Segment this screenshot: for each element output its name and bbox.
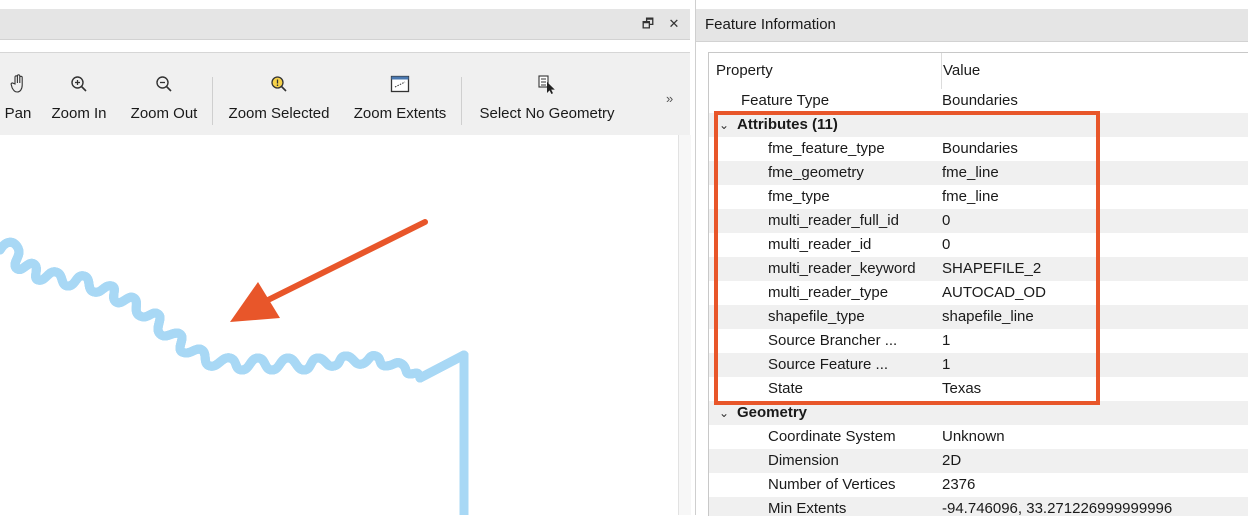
table-row[interactable]: Coordinate System Unknown: [709, 425, 1248, 449]
map-viewer-titlebar: 🗗 ✕: [0, 9, 690, 40]
zoom-out-icon: [124, 73, 204, 95]
toolbar-separator: [461, 77, 462, 125]
zoom-selected-icon: [220, 73, 338, 95]
zoom-in-label: Zoom In: [51, 105, 107, 122]
value-cell: Unknown: [942, 428, 1005, 445]
zoom-in-icon: [44, 73, 114, 95]
table-row[interactable]: Min Extents -94.746096, 33.27122699999999…: [709, 497, 1248, 516]
select-no-geometry-icon: [469, 73, 625, 95]
float-window-icon[interactable]: 🗗: [637, 9, 659, 39]
annotation-highlight-box: [714, 111, 1100, 405]
toolbar-overflow-chevron-icon[interactable]: »: [666, 91, 673, 106]
column-header-value[interactable]: Value: [943, 53, 980, 89]
map-toolbar: Pan Zoom In Zoom Out Zoom Selected Zoom …: [0, 52, 690, 136]
select-no-geometry-button[interactable]: Select No Geometry: [469, 53, 625, 135]
pan-button[interactable]: Pan: [0, 53, 36, 135]
property-cell: Number of Vertices: [768, 476, 896, 493]
zoom-in-button[interactable]: Zoom In: [44, 53, 114, 135]
zoom-out-button[interactable]: Zoom Out: [124, 53, 204, 135]
pan-label: Pan: [4, 105, 32, 122]
boundary-line-graphic: [0, 219, 469, 518]
table-row[interactable]: Dimension 2D: [709, 449, 1248, 473]
toolbar-separator: [212, 77, 213, 125]
zoom-extents-icon: [344, 73, 456, 95]
value-cell: 2D: [942, 452, 962, 469]
column-header-property[interactable]: Property: [716, 53, 773, 89]
property-cell: Min Extents: [768, 500, 847, 516]
property-cell: Feature Type: [741, 92, 830, 109]
hand-icon: [0, 73, 36, 95]
zoom-extents-button[interactable]: Zoom Extents: [344, 53, 456, 135]
zoom-out-label: Zoom Out: [130, 105, 198, 122]
property-cell: Dimension: [768, 452, 839, 469]
zoom-selected-label: Zoom Selected: [228, 105, 330, 122]
feature-information-titlebar: Feature Information: [696, 9, 1248, 42]
property-cell: Coordinate System: [768, 428, 896, 445]
value-cell: Boundaries: [942, 92, 1018, 109]
zoom-extents-label: Zoom Extents: [353, 105, 447, 122]
select-no-geometry-label: Select No Geometry: [479, 105, 615, 122]
value-cell: 2376: [942, 476, 976, 493]
close-pane-icon[interactable]: ✕: [663, 9, 685, 39]
column-divider[interactable]: [941, 53, 942, 89]
value-cell: -94.746096, 33.271226999999996: [942, 500, 1173, 516]
grid-header: Property Value: [709, 53, 1248, 89]
map-viewer-pane: 🗗 ✕ Pan Zoom In Zoom Out Zoom Selected Z…: [0, 0, 691, 518]
zoom-selected-button[interactable]: Zoom Selected: [220, 53, 338, 135]
map-canvas[interactable]: [0, 135, 678, 518]
pane-title: Feature Information: [705, 16, 836, 33]
table-row[interactable]: Feature Type Boundaries: [709, 89, 1248, 113]
annotation-arrow-icon: [230, 219, 428, 322]
map-scrollbar[interactable]: [678, 135, 691, 515]
table-row[interactable]: Number of Vertices 2376: [709, 473, 1248, 497]
